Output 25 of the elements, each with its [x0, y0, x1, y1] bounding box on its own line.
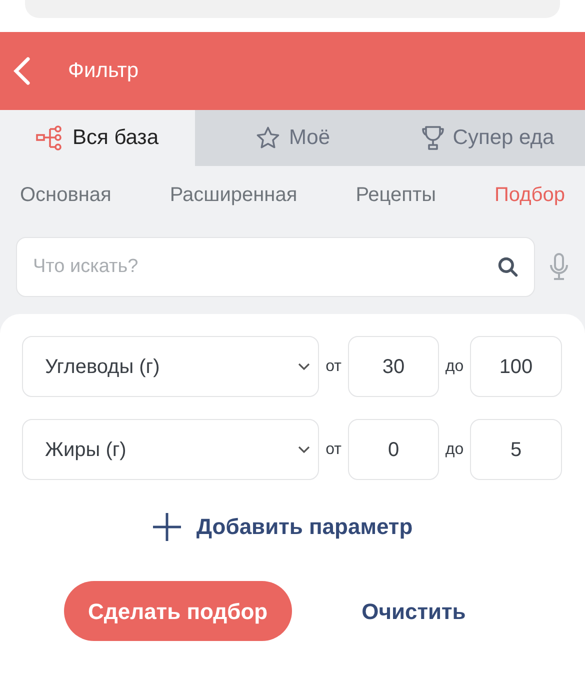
chevron-down-icon [298, 362, 310, 370]
from-label: от [324, 440, 342, 460]
from-label: от [324, 356, 342, 376]
parameter-dropdown[interactable]: Углеводы (г) [22, 336, 319, 397]
chevron-down-icon [298, 446, 310, 454]
star-icon [254, 125, 281, 151]
tree-icon [36, 125, 64, 151]
to-label: до [444, 440, 465, 460]
trophy-icon [420, 125, 445, 151]
subtab[interactable]: Основная [20, 180, 112, 210]
plus-icon [152, 512, 182, 542]
clear-button[interactable]: Очистить [362, 594, 466, 628]
search-field[interactable]: Что искать? [16, 237, 535, 297]
subtab[interactable]: Расширенная [170, 180, 298, 210]
subtab[interactable]: Рецепты [356, 180, 436, 210]
parameter-dropdown[interactable]: Жиры (г) [22, 419, 319, 480]
from-field[interactable]: 30 [348, 336, 439, 397]
header-title: Фильтр [68, 58, 139, 84]
to-field[interactable]: 100 [470, 336, 562, 397]
add-parameter-button[interactable]: Добавить параметр [152, 510, 413, 543]
to-field[interactable]: 5 [470, 419, 562, 480]
to-label: до [444, 356, 465, 376]
from-field[interactable]: 0 [348, 419, 439, 480]
search-icon[interactable] [497, 256, 519, 278]
microphone-icon[interactable] [549, 252, 569, 282]
